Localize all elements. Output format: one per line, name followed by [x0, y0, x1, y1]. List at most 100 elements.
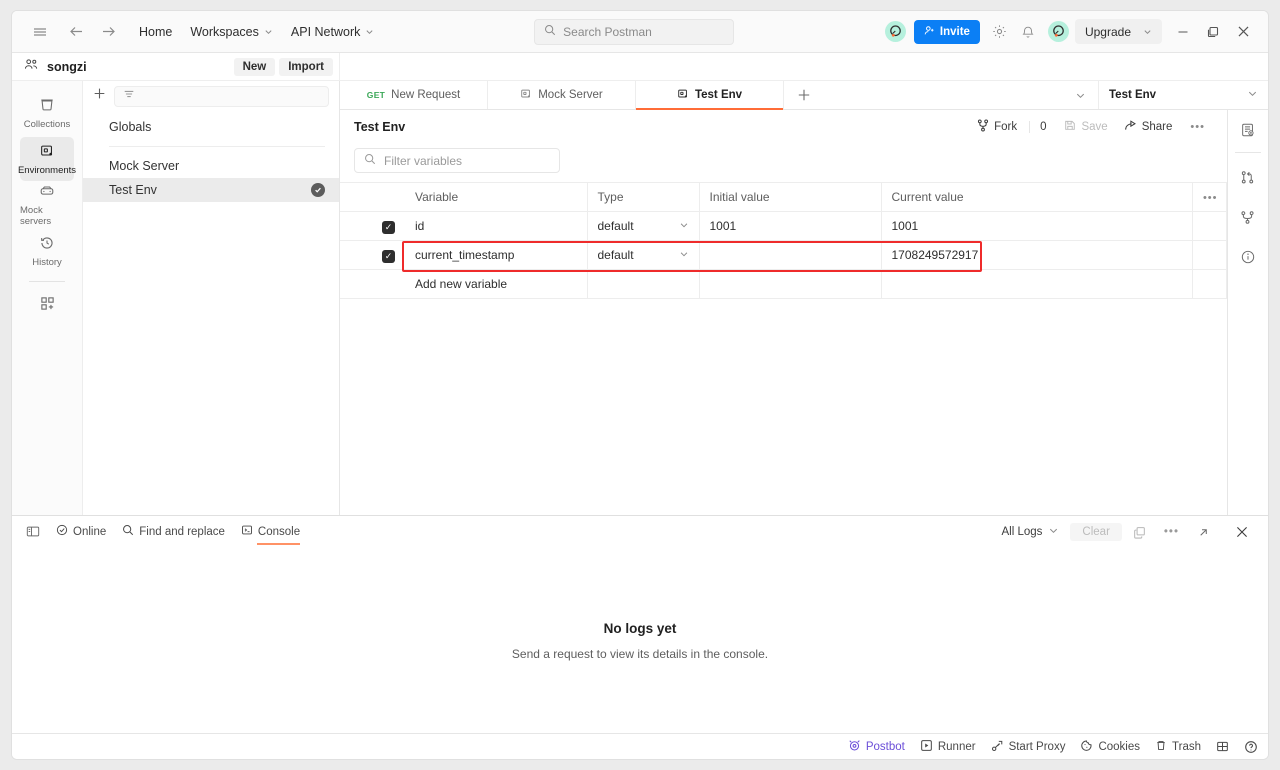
online-label: Online: [73, 526, 106, 538]
pull-requests-icon[interactable]: [1232, 161, 1264, 193]
invite-label: Invite: [940, 26, 970, 38]
tab-test-env[interactable]: Test Env: [636, 81, 784, 109]
online-status[interactable]: Online: [56, 524, 106, 540]
filter-variables-input[interactable]: Filter variables: [354, 148, 560, 173]
sidebar-item-collections[interactable]: Collections: [20, 91, 74, 135]
avatar[interactable]: [1048, 21, 1069, 42]
globals-label: Globals: [109, 120, 151, 134]
save-button[interactable]: Save: [1056, 115, 1115, 138]
add-initial-value-cell[interactable]: [699, 270, 881, 299]
variable-name-cell[interactable]: current_timestamp: [405, 241, 587, 270]
start-proxy-label: Start Proxy: [1009, 741, 1066, 753]
bell-icon[interactable]: [1014, 18, 1042, 46]
environment-quick-look-icon[interactable]: [1232, 114, 1264, 146]
help-icon[interactable]: [1244, 740, 1258, 754]
invite-button[interactable]: Invite: [914, 20, 980, 44]
layout-icon[interactable]: [26, 525, 40, 539]
gear-icon[interactable]: [986, 18, 1014, 46]
variable-type-cell[interactable]: default: [587, 241, 699, 270]
row-checkbox[interactable]: ✓: [340, 241, 405, 270]
filter-variables-placeholder: Filter variables: [384, 154, 462, 168]
current-value-cell[interactable]: 1001: [881, 212, 1192, 241]
initial-value-cell[interactable]: 1001: [699, 212, 881, 241]
search-icon: [364, 153, 376, 168]
row-checkbox[interactable]: ✓: [340, 212, 405, 241]
expand-icon[interactable]: [1190, 526, 1217, 539]
tab-list-chevron-down-icon[interactable]: [1062, 81, 1098, 109]
row-menu-cell[interactable]: [1192, 212, 1226, 241]
postbot-button[interactable]: Postbot: [848, 739, 905, 755]
all-logs-filter[interactable]: All Logs: [995, 522, 1067, 542]
forks-icon[interactable]: [1232, 201, 1264, 233]
history-icon: [39, 235, 55, 254]
variable-name-cell[interactable]: id: [405, 212, 587, 241]
cookies-label: Cookies: [1098, 741, 1140, 753]
sidebar-item-history[interactable]: History: [20, 229, 74, 273]
tab-label: Test Env: [695, 89, 742, 101]
sidebar-item-environments[interactable]: Environments: [20, 137, 74, 181]
column-initial-value: Initial value: [699, 183, 881, 212]
api-network-menu[interactable]: API Network: [282, 21, 383, 43]
environment-selector[interactable]: Test Env: [1098, 81, 1268, 109]
console-label: Console: [258, 526, 300, 538]
add-type-cell[interactable]: [587, 270, 699, 299]
add-new-variable-input[interactable]: Add new variable: [405, 270, 587, 299]
row-checkbox-placeholder: [340, 270, 405, 299]
fork-button[interactable]: Fork: [969, 115, 1025, 139]
trash-button[interactable]: Trash: [1155, 739, 1201, 755]
api-network-label: API Network: [291, 25, 360, 39]
close-icon[interactable]: [1228, 17, 1258, 47]
two-pane-icon[interactable]: [1216, 740, 1229, 753]
row-menu-cell[interactable]: [1192, 241, 1226, 270]
plus-icon[interactable]: [93, 87, 106, 105]
home-label: Home: [139, 25, 172, 39]
tab-method-label: GET: [367, 90, 385, 100]
upgrade-button[interactable]: Upgrade: [1075, 19, 1162, 44]
tab-mock-server[interactable]: Mock Server: [488, 81, 636, 109]
home-link[interactable]: Home: [130, 21, 181, 43]
sidebar-item-mock-servers[interactable]: Mock servers: [20, 183, 74, 227]
clear-button[interactable]: Clear: [1070, 523, 1121, 541]
maximize-icon[interactable]: [1198, 17, 1228, 47]
add-new-variable-row[interactable]: Add new variable: [340, 270, 1226, 299]
info-icon[interactable]: [1232, 241, 1264, 273]
save-label: Save: [1081, 121, 1107, 133]
column-options-button[interactable]: •••: [1192, 183, 1226, 212]
environment-globals[interactable]: Globals: [83, 115, 339, 139]
active-environment-check-icon: [311, 183, 325, 197]
add-current-value-cell[interactable]: [881, 270, 1192, 299]
search-input[interactable]: Search Postman: [534, 19, 734, 45]
hamburger-icon[interactable]: [26, 18, 54, 46]
current-value-cell[interactable]: 1708249572917: [881, 241, 1192, 270]
table-row[interactable]: ✓ current_timestamp default: [340, 241, 1226, 270]
minimize-icon[interactable]: [1168, 17, 1198, 47]
environment-item-test-env[interactable]: Test Env: [83, 178, 339, 202]
filter-icon: [123, 87, 135, 105]
find-and-replace-button[interactable]: Find and replace: [122, 524, 225, 540]
table-row[interactable]: ✓ id default: [340, 212, 1226, 241]
copy-icon[interactable]: [1126, 526, 1153, 539]
variables-table: Variable Type Initial value Current valu…: [340, 182, 1227, 299]
filter-input[interactable]: [114, 86, 329, 107]
initial-value-cell[interactable]: [699, 241, 881, 270]
runner-button[interactable]: Runner: [920, 739, 976, 755]
arrow-left-icon[interactable]: [62, 18, 90, 46]
column-select-all[interactable]: [340, 183, 405, 212]
cookies-button[interactable]: Cookies: [1080, 739, 1140, 755]
start-proxy-button[interactable]: Start Proxy: [991, 739, 1066, 755]
share-button[interactable]: Share: [1116, 115, 1181, 139]
editor-more-button[interactable]: •••: [1180, 117, 1215, 137]
grid-plus-icon[interactable]: [20, 290, 74, 316]
environment-item-mock-server[interactable]: Mock Server: [83, 154, 339, 178]
variable-type-cell[interactable]: default: [587, 212, 699, 241]
import-button[interactable]: Import: [279, 58, 333, 76]
fork-icon: [977, 119, 989, 135]
new-tab-button[interactable]: [784, 81, 824, 109]
arrow-right-icon[interactable]: [94, 18, 122, 46]
console-tab[interactable]: Console: [241, 524, 300, 540]
tab-new-request[interactable]: GET New Request: [340, 81, 488, 109]
console-more-button[interactable]: •••: [1157, 526, 1186, 538]
close-icon[interactable]: [1221, 525, 1256, 539]
workspaces-menu[interactable]: Workspaces: [181, 21, 282, 43]
new-button[interactable]: New: [234, 58, 276, 76]
